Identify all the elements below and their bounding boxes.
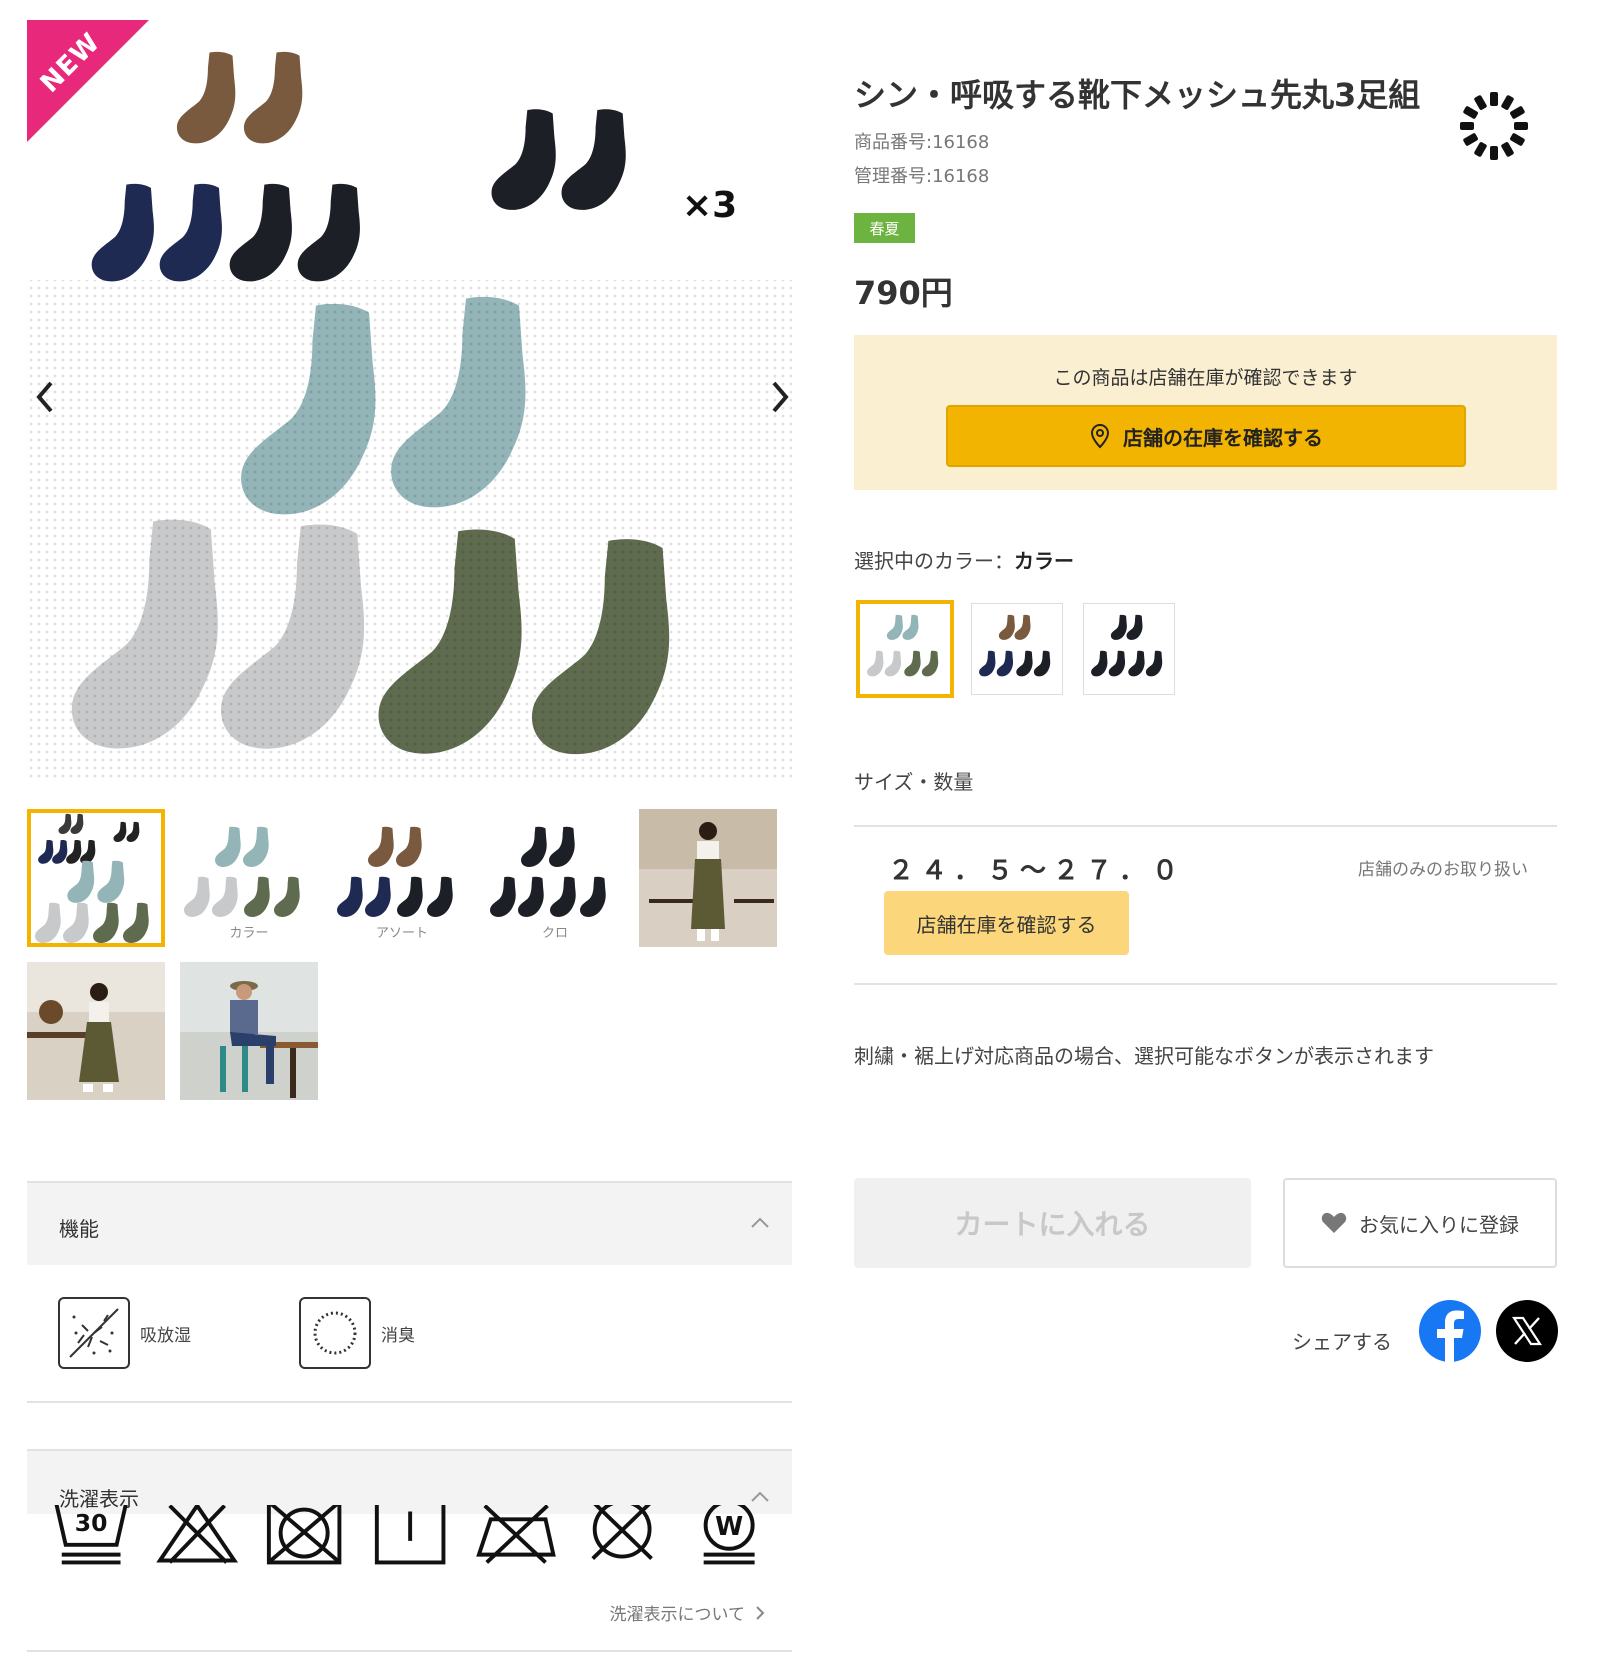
chevron-right-icon bbox=[756, 1605, 765, 1620]
svg-text:W: W bbox=[715, 1512, 743, 1542]
carousel-prev-button[interactable] bbox=[23, 375, 67, 419]
color-swatch-black[interactable] bbox=[1083, 603, 1175, 695]
management-number: 管理番号:16168 bbox=[854, 166, 990, 187]
chevron-left-icon bbox=[36, 381, 53, 413]
product-number: 商品番号:16168 bbox=[854, 132, 990, 153]
no-dry-clean-icon bbox=[591, 1505, 654, 1560]
thumbnail-color[interactable]: カラー bbox=[180, 809, 318, 947]
moisture-wicking-icon bbox=[58, 1297, 130, 1369]
loading-spinner-icon bbox=[1460, 92, 1528, 160]
product-price: 790円 bbox=[854, 274, 953, 312]
washing-about-link[interactable]: 洗濯表示について bbox=[610, 1600, 766, 1625]
line-dry-icon bbox=[374, 1505, 446, 1565]
size-quantity-label: サイズ・数量 bbox=[854, 770, 974, 794]
no-bleach-icon bbox=[156, 1505, 239, 1564]
add-to-favorites-label: お気に入りに登録 bbox=[1359, 1212, 1519, 1237]
size-value: ２４．５～２７．０ bbox=[888, 856, 1186, 886]
no-iron-icon bbox=[476, 1505, 556, 1564]
embroidery-note: 刺繍・裾上げ対応商品の場合、選択可能なボタンが表示されます bbox=[854, 1044, 1434, 1068]
thumbnail-assort[interactable]: アソート bbox=[333, 809, 471, 947]
chevron-right-icon bbox=[772, 381, 789, 413]
quantity-times-label: ×3 bbox=[682, 185, 738, 226]
thumbnail-black[interactable]: クロ bbox=[486, 809, 624, 947]
washing-about-label: 洗濯表示について bbox=[609, 1605, 746, 1625]
no-tumble-dry-icon bbox=[266, 1505, 341, 1565]
feature-deodorizing: 消臭 bbox=[299, 1297, 415, 1369]
selected-color-label: 選択中のカラー：カラー bbox=[854, 545, 1074, 574]
main-product-image[interactable]: NEW ×3 bbox=[27, 20, 792, 782]
chevron-up-icon bbox=[751, 1217, 769, 1228]
features-section-header[interactable]: 機能 bbox=[27, 1181, 792, 1265]
store-stock-note: この商品は店舗在庫が確認できます bbox=[1053, 367, 1358, 389]
product-title: シン・呼吸する靴下メッシュ先丸3足組 bbox=[854, 76, 1421, 114]
size-check-store-stock-button[interactable]: 店舗在庫を確認する bbox=[884, 891, 1129, 955]
add-to-cart-button[interactable]: カートに入れる bbox=[854, 1178, 1251, 1268]
features-section-title: 機能 bbox=[59, 1217, 99, 1241]
selected-color-value: カラー bbox=[1014, 549, 1074, 573]
thumbnail-caption: カラー bbox=[229, 926, 269, 941]
wash-30-icon: 30 bbox=[54, 1505, 128, 1565]
store-only-note: 店舗のみのお取り扱い bbox=[1358, 860, 1528, 880]
deodorizing-icon bbox=[299, 1297, 371, 1369]
heart-icon bbox=[1321, 1212, 1347, 1233]
color-swatch-assort[interactable] bbox=[971, 603, 1063, 695]
add-to-favorites-button[interactable]: お気に入りに登録 bbox=[1283, 1178, 1557, 1268]
color-swatch-color[interactable] bbox=[856, 600, 954, 698]
svg-text:30: 30 bbox=[75, 1509, 108, 1537]
thumbnail-model-man-sitting[interactable] bbox=[180, 962, 318, 1100]
check-store-stock-button[interactable]: 店舗の在庫を確認する bbox=[946, 405, 1466, 467]
carousel-next-button[interactable] bbox=[758, 375, 802, 419]
wet-clean-icon: W bbox=[703, 1505, 755, 1565]
share-label: シェアする bbox=[1292, 1330, 1392, 1354]
washing-symbols: 30 W bbox=[50, 1505, 770, 1567]
divider bbox=[27, 1650, 792, 1652]
x-share-button[interactable] bbox=[1496, 1300, 1558, 1362]
thumbnail-model-woman-standing[interactable] bbox=[639, 809, 777, 947]
map-pin-icon bbox=[1090, 423, 1110, 449]
facebook-icon bbox=[1437, 1310, 1464, 1362]
thumbnail-model-woman-sitting[interactable] bbox=[27, 962, 165, 1100]
thumbnail-caption: アソート bbox=[375, 926, 428, 941]
check-store-stock-label: 店舗の在庫を確認する bbox=[1123, 425, 1323, 450]
divider bbox=[854, 825, 1557, 827]
thumbnail-main[interactable] bbox=[27, 809, 165, 947]
season-badge: 春夏 bbox=[854, 213, 915, 243]
facebook-share-button[interactable] bbox=[1419, 1300, 1481, 1362]
divider bbox=[854, 983, 1557, 985]
selected-color-prefix: 選択中のカラー： bbox=[854, 549, 1014, 573]
divider bbox=[27, 1401, 792, 1403]
feature-moisture: 吸放湿 bbox=[58, 1297, 191, 1369]
feature-label: 吸放湿 bbox=[140, 1325, 191, 1346]
chevron-up-icon bbox=[751, 1491, 769, 1502]
x-logo-icon bbox=[1511, 1316, 1543, 1346]
thumbnail-caption: クロ bbox=[541, 926, 568, 941]
store-stock-panel: この商品は店舗在庫が確認できます 店舗の在庫を確認する bbox=[854, 335, 1557, 490]
feature-label: 消臭 bbox=[381, 1325, 415, 1346]
